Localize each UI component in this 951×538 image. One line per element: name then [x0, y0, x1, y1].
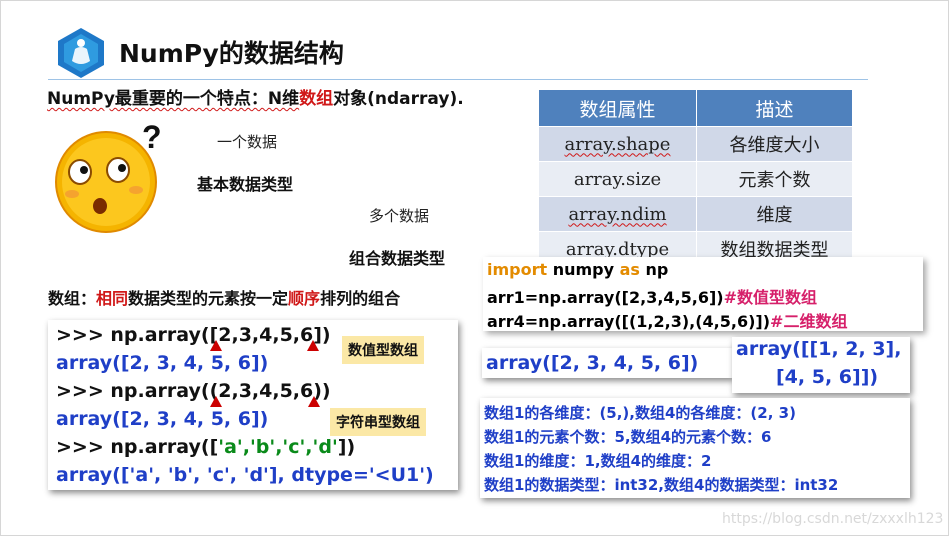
- table-cell-description: 各维度大小: [696, 126, 853, 162]
- table-cell-attribute: array.shape: [538, 126, 697, 162]
- string-array-tag: 字符串型数组: [330, 408, 426, 436]
- page-title: NumPy的数据结构: [119, 39, 344, 68]
- import-line: import numpy as np: [487, 260, 668, 279]
- info-line: 数组1的元素个数：5,数组4的元素个数：6: [484, 428, 772, 446]
- subtitle-pre: NumPy最重要的一个特点：N维: [47, 89, 300, 109]
- arr1-line: arr1=np.array([2,3,4,5,6])#数值型数组: [487, 284, 817, 308]
- table-cell-description: 元素个数: [696, 161, 853, 197]
- definition-part: 数组：: [48, 289, 97, 308]
- pointer-triangle-icon: [307, 340, 319, 351]
- table-header-attribute: 数组属性: [538, 89, 697, 127]
- table-cell-attribute: array.size: [538, 161, 697, 197]
- code-line: >>> np.array([2,3,4,5,6]): [56, 324, 331, 346]
- left-code-example: >>> np.array([2,3,4,5,6]) array([2, 3, 4…: [48, 320, 458, 490]
- table-row: array.shape 各维度大小: [538, 126, 853, 162]
- info-line: 数组1的数据类型：int32,数组4的数据类型：int32: [484, 476, 839, 494]
- table-row: array.size 元素个数: [538, 161, 853, 197]
- string-literals: 'a','b','c','d': [218, 436, 338, 458]
- table-header-description: 描述: [696, 89, 853, 127]
- module-name: numpy: [547, 260, 620, 279]
- code-output: array(['a', 'b', 'c', 'd'], dtype='<U1'): [56, 464, 434, 486]
- code-fragment: arr4=np.array([(1,2,3),(4,5,6)]): [487, 312, 771, 331]
- result-array4-row: array([[1, 2, 3],: [736, 338, 902, 360]
- pointer-triangle-icon: [210, 396, 222, 407]
- as-keyword: as: [619, 260, 640, 279]
- pointer-triangle-icon: [210, 340, 222, 351]
- result-array4-row: [4, 5, 6]]): [776, 366, 879, 388]
- table-row: array.ndim 维度: [538, 196, 853, 232]
- numeric-array-tag: 数值型数组: [342, 336, 424, 364]
- definition-part: 数据类型的元素按一定: [128, 289, 289, 308]
- alias-name: np: [639, 260, 669, 279]
- info-line: 数组1的维度：1,数组4的维度：2: [484, 452, 712, 470]
- definition-highlight: 顺序: [288, 289, 321, 308]
- single-data-label: 一个数据: [217, 133, 278, 151]
- info-line: 数组1的各维度：(5,),数组4的各维度：(2, 3): [484, 404, 796, 422]
- result-array4: array([[1, 2, 3], [4, 5, 6]]): [732, 337, 910, 393]
- code-output: array([2, 3, 4, 5, 6]): [56, 352, 269, 374]
- code-fragment: arr1=np.array([2,3,4,5,6]): [487, 288, 724, 307]
- subtitle-highlight: 数组: [299, 89, 334, 109]
- title-divider: [48, 79, 868, 80]
- right-code-example: import numpy as np arr1=np.array([2,3,4,…: [483, 257, 923, 331]
- table-cell-description: 维度: [696, 196, 853, 232]
- array-definition: 数组：相同数据类型的元素按一定顺序排列的组合: [48, 285, 400, 309]
- import-keyword: import: [487, 260, 548, 279]
- result-array1: array([2, 3, 4, 5, 6]): [482, 348, 732, 378]
- code-line: >>> np.array((2,3,4,5,6)): [56, 380, 331, 402]
- code-output: array([2, 3, 4, 5, 6]): [56, 408, 269, 430]
- logo-icon: [58, 28, 104, 78]
- arr4-line: arr4=np.array([(1,2,3),(4,5,6)])#二维数组: [487, 308, 847, 332]
- pointer-triangle-icon: [308, 396, 320, 407]
- table-cell-attribute: array.ndim: [538, 196, 697, 232]
- array-info-output: 数组1的各维度：(5,),数组4的各维度：(2, 3) 数组1的元素个数：5,数…: [480, 398, 910, 498]
- compound-type-label: 组合数据类型: [349, 249, 446, 268]
- basic-type-label: 基本数据类型: [197, 175, 294, 194]
- code-fragment: >>> np.array([: [56, 436, 219, 458]
- subtitle-post: 对象(ndarray).: [333, 89, 464, 109]
- code-comment: #二维数组: [770, 312, 848, 331]
- definition-part: 排列的组合: [320, 289, 401, 308]
- confused-face-icon: ?: [55, 119, 162, 233]
- definition-highlight: 相同: [96, 289, 129, 308]
- multi-data-label: 多个数据: [369, 207, 430, 225]
- watermark: https://blog.csdn.net/zxxxlh123: [722, 511, 944, 527]
- code-line: >>> np.array(['a','b','c','d']): [56, 436, 355, 458]
- code-comment: #数值型数组: [723, 288, 817, 307]
- attribute-table: 数组属性 描述 array.shape 各维度大小 array.size 元素个…: [538, 89, 853, 267]
- subtitle: NumPy最重要的一个特点：N维数组对象(ndarray).: [47, 84, 464, 109]
- code-fragment: ]): [337, 436, 356, 458]
